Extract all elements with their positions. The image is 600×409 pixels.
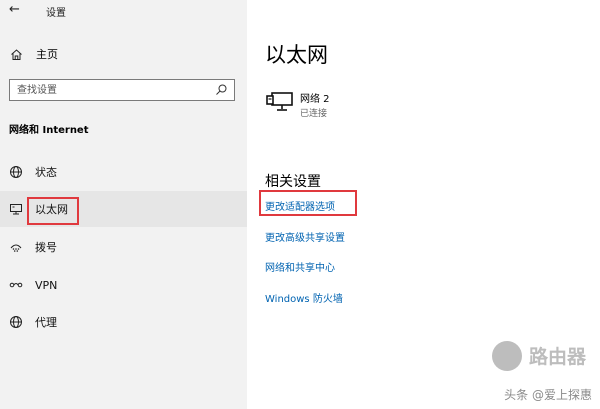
section-title: 网络和 Internet [9,125,89,136]
highlight-box-ethernet [27,197,79,225]
sidebar-item-dialup[interactable]: 拨号 [0,229,247,265]
search-icon[interactable] [215,83,228,96]
watermark-brand: 路由器 [528,346,586,368]
network-sharing-center-link[interactable]: 网络和共享中心 [265,259,335,274]
status-globe-icon [10,166,22,178]
back-arrow-icon[interactable]: ← [9,2,20,17]
watermark-credit: 头条 @爱上探惠 [504,388,592,402]
sidebar-item-label: VPN [35,278,58,292]
search-input[interactable] [10,80,210,100]
window-title: 设置 [46,8,66,19]
main-content: 以太网 网络 2 已连接 相关设置 更改适配器选项 更改高级共享设置 网络和共享… [247,0,600,409]
home-label: 主页 [36,48,58,61]
sidebar-item-status[interactable]: 状态 [0,154,247,190]
ethernet-icon [10,204,22,215]
sidebar-item-label: 拨号 [35,241,57,254]
network-status: 已连接 [300,109,328,119]
related-settings-heading: 相关设置 [265,174,321,190]
proxy-globe-icon [10,316,22,328]
highlight-box-adapter-options [259,190,357,216]
title-bar: ← 设置 [0,0,247,22]
vpn-icon [9,282,23,288]
dialup-icon [10,244,22,252]
settings-sidebar: ← 设置 主页 网络和 Internet 状态 以太网 [0,0,247,409]
settings-search-box[interactable] [9,79,235,101]
watermark-logo-icon [492,341,522,371]
home-nav-item[interactable]: 主页 [10,45,58,63]
sidebar-item-vpn[interactable]: VPN [0,267,247,303]
windows-firewall-link[interactable]: Windows 防火墙 [265,290,343,305]
ethernet-monitor-icon [266,92,293,111]
network-name: 网络 2 [300,94,330,105]
sidebar-item-label: 代理 [35,316,57,329]
home-icon [11,48,22,60]
advanced-sharing-settings-link[interactable]: 更改高级共享设置 [265,229,345,244]
sidebar-item-label: 状态 [35,166,57,179]
page-title: 以太网 [265,43,328,67]
sidebar-item-proxy[interactable]: 代理 [0,304,247,340]
